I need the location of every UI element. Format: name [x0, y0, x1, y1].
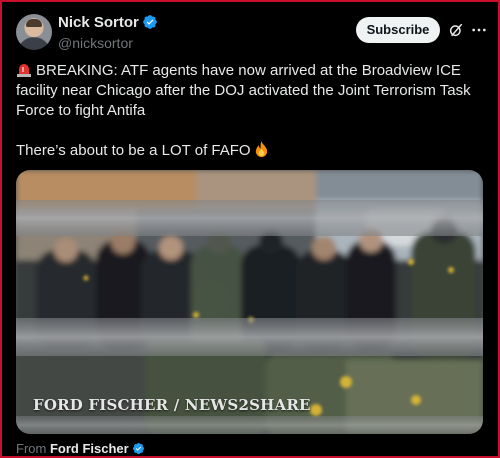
source-name[interactable]: Ford Fischer	[50, 441, 129, 456]
subscribe-button[interactable]: Subscribe	[356, 17, 440, 43]
video-watermark: FORD FISCHER / NEWS2SHARE	[33, 396, 311, 414]
tweet-paragraph-1: BREAKING: ATF agents have now arrived at…	[16, 61, 486, 121]
author-block[interactable]: Nick Sortor @nicksortor	[58, 14, 158, 51]
tweet-paragraph-2: There’s about to be a LOT of FAFO	[16, 141, 486, 161]
avatar[interactable]	[16, 14, 52, 50]
tweet-header: Nick Sortor @nicksortor Subscribe	[16, 14, 487, 54]
verified-badge-icon	[143, 15, 157, 29]
handle[interactable]: @nicksortor	[58, 35, 158, 51]
video-media[interactable]: FORD FISCHER / NEWS2SHARE	[16, 170, 483, 434]
tweet-line-1: BREAKING: ATF agents have now arrived at…	[16, 62, 471, 119]
fire-icon	[255, 141, 267, 157]
tweet-line-2: There’s about to be a LOT of FAFO	[16, 142, 251, 159]
avatar-hair	[26, 19, 42, 27]
source-prefix: From	[16, 441, 47, 456]
display-name[interactable]: Nick Sortor	[58, 14, 139, 31]
video-frame-image	[16, 170, 483, 434]
rotating-light-icon	[17, 64, 31, 77]
source-attribution: From Ford Fischer	[16, 441, 145, 456]
source-verified-icon	[132, 442, 144, 455]
grok-icon[interactable]	[448, 22, 464, 38]
more-options-icon[interactable]	[471, 22, 487, 38]
tweet-text: BREAKING: ATF agents have now arrived at…	[16, 61, 486, 161]
